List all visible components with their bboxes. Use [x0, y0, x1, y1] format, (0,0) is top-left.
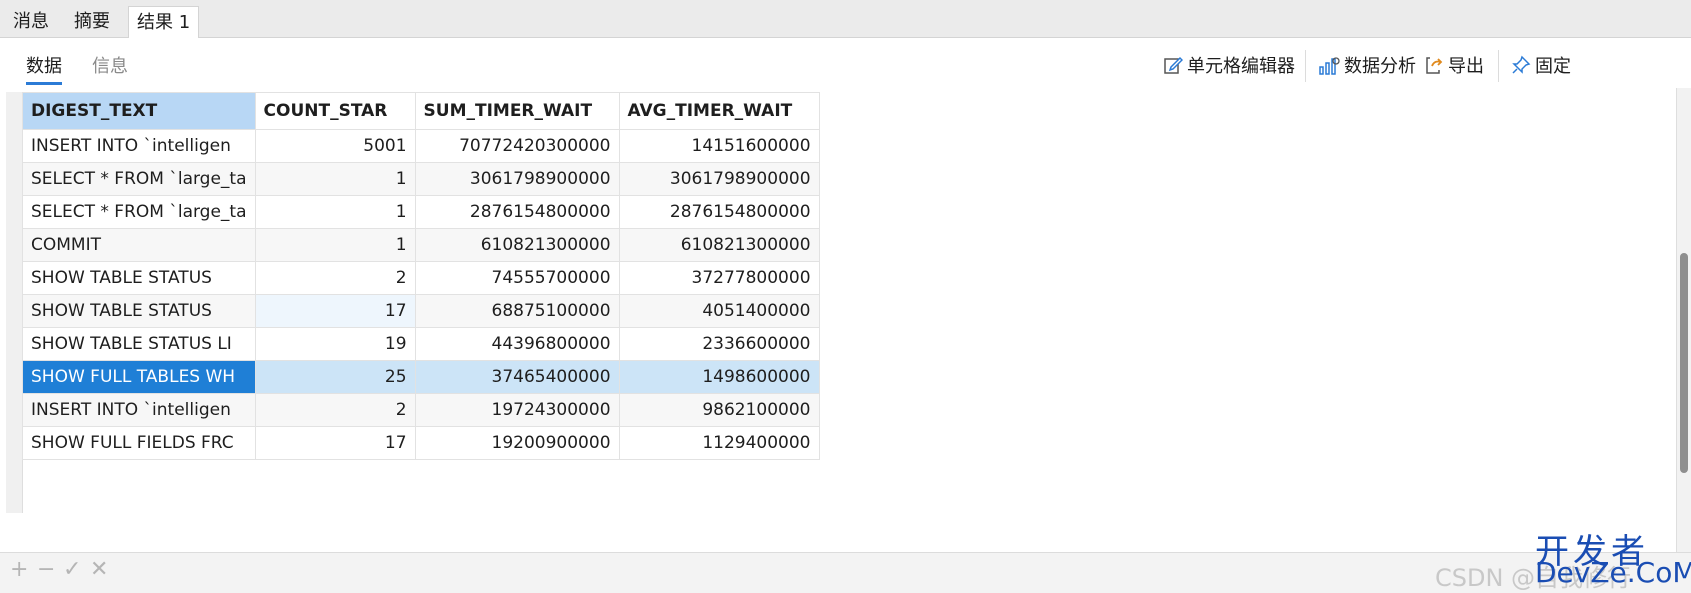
pin-icon [1512, 55, 1531, 74]
delete-row-icon[interactable]: − [37, 557, 55, 582]
table-row[interactable]: SELECT * FROM `large_ta 1 2876154800000 … [22, 195, 820, 229]
cell-avg-timer-wait[interactable]: 14151600000 [618, 129, 820, 163]
cell-digest-text[interactable]: SHOW FULL TABLES WH [22, 360, 256, 394]
export-label: 导出 [1448, 56, 1484, 77]
column-header-count-star[interactable]: COUNT_STAR [254, 92, 416, 130]
cell-digest-text[interactable]: SHOW FULL FIELDS FRC [22, 426, 256, 460]
table-row[interactable]: COMMIT 1 610821300000 610821300000 [22, 228, 820, 262]
cell-count-star[interactable]: 1 [254, 162, 416, 196]
cell-digest-text[interactable]: INSERT INTO `intelligen [22, 129, 256, 163]
cell-count-star[interactable]: 2 [254, 393, 416, 427]
tab-summary[interactable]: 摘要 [66, 6, 118, 38]
result-grid: DIGEST_TEXT COUNT_STAR SUM_TIMER_WAIT AV… [0, 88, 1676, 552]
tab-result-1[interactable]: 结果 1 [128, 6, 200, 39]
cell-avg-timer-wait[interactable]: 1129400000 [618, 426, 820, 460]
table-row[interactable]: SHOW TABLE STATUS 2 74555700000 37277800… [22, 261, 820, 295]
discard-changes-icon[interactable]: ✕ [90, 557, 108, 582]
cell-avg-timer-wait[interactable]: 2876154800000 [618, 195, 820, 229]
table-row[interactable]: SHOW FULL FIELDS FRC 17 19200900000 1129… [22, 426, 820, 460]
cell-count-star[interactable]: 1 [254, 228, 416, 262]
cell-sum-timer-wait[interactable]: 19724300000 [414, 393, 620, 427]
cell-sum-timer-wait[interactable]: 2876154800000 [414, 195, 620, 229]
add-row-icon[interactable]: + [10, 557, 28, 582]
cell-avg-timer-wait[interactable]: 4051400000 [618, 294, 820, 328]
data-toolbar: 数据 信息 单元格编辑器 数据分析 导出 固定 [0, 38, 1691, 88]
data-analysis-label: 数据分析 [1344, 56, 1416, 77]
table-row[interactable]: SELECT * FROM `large_ta 1 3061798900000 … [22, 162, 820, 196]
column-header-avg-timer-wait[interactable]: AVG_TIMER_WAIT [618, 92, 820, 130]
cell-avg-timer-wait[interactable]: 3061798900000 [618, 162, 820, 196]
cell-avg-timer-wait[interactable]: 9862100000 [618, 393, 820, 427]
data-analysis-button[interactable]: 数据分析 [1318, 52, 1416, 82]
cell-sum-timer-wait[interactable]: 70772420300000 [414, 129, 620, 163]
pin-label: 固定 [1535, 56, 1571, 77]
header-row: DIGEST_TEXT COUNT_STAR SUM_TIMER_WAIT AV… [22, 92, 820, 130]
cell-editor-label: 单元格编辑器 [1187, 56, 1295, 77]
table-row[interactable]: SHOW TABLE STATUS LI 19 44396800000 2336… [22, 327, 820, 361]
cell-digest-text[interactable]: SHOW TABLE STATUS [22, 261, 256, 295]
toolbar-divider [1498, 50, 1499, 82]
cell-avg-timer-wait[interactable]: 1498600000 [618, 360, 820, 394]
column-header-sum-timer-wait[interactable]: SUM_TIMER_WAIT [414, 92, 620, 130]
table-row[interactable]: INSERT INTO `intelligen 5001 70772420300… [22, 129, 820, 163]
subtab-data[interactable]: 数据 [26, 52, 62, 85]
cell-digest-text[interactable]: INSERT INTO `intelligen [22, 393, 256, 427]
pin-button[interactable]: 固定 [1511, 52, 1571, 82]
cell-digest-text[interactable]: SHOW TABLE STATUS [22, 294, 256, 328]
cell-sum-timer-wait[interactable]: 19200900000 [414, 426, 620, 460]
vertical-scrollbar[interactable] [1676, 88, 1691, 552]
export-icon [1426, 57, 1443, 74]
result-tabs-bar: 消息 摘要 结果 1 [0, 0, 1691, 39]
cell-digest-text[interactable]: SELECT * FROM `large_ta [22, 195, 256, 229]
cell-sum-timer-wait[interactable]: 74555700000 [414, 261, 620, 295]
cell-count-star[interactable]: 25 [254, 360, 416, 394]
cell-avg-timer-wait[interactable]: 610821300000 [618, 228, 820, 262]
cell-digest-text[interactable]: SELECT * FROM `large_ta [22, 162, 256, 196]
export-button[interactable]: 导出 [1424, 52, 1484, 82]
cell-count-star[interactable]: 19 [254, 327, 416, 361]
cell-count-star[interactable]: 1 [254, 195, 416, 229]
cell-sum-timer-wait[interactable]: 68875100000 [414, 294, 620, 328]
column-header-digest-text[interactable]: DIGEST_TEXT [22, 92, 256, 130]
toolbar-divider [1305, 50, 1306, 82]
devze-watermark-en: DevZe.CoM [1535, 556, 1691, 589]
cell-sum-timer-wait[interactable]: 3061798900000 [414, 162, 620, 196]
cell-avg-timer-wait[interactable]: 37277800000 [618, 261, 820, 295]
chart-icon [1319, 57, 1340, 75]
cell-count-star[interactable]: 2 [254, 261, 416, 295]
cell-sum-timer-wait[interactable]: 610821300000 [414, 228, 620, 262]
edit-icon [1164, 56, 1184, 74]
cell-editor-button[interactable]: 单元格编辑器 [1163, 52, 1295, 82]
subtab-info[interactable]: 信息 [92, 52, 128, 82]
data-table: DIGEST_TEXT COUNT_STAR SUM_TIMER_WAIT AV… [22, 92, 820, 460]
cell-avg-timer-wait[interactable]: 2336600000 [618, 327, 820, 361]
apply-changes-icon[interactable]: ✓ [63, 557, 81, 582]
tab-messages[interactable]: 消息 [5, 6, 57, 38]
cell-count-star[interactable]: 5001 [254, 129, 416, 163]
cell-digest-text[interactable]: SHOW TABLE STATUS LI [22, 327, 256, 361]
table-row[interactable]: INSERT INTO `intelligen 2 19724300000 98… [22, 393, 820, 427]
cell-digest-text[interactable]: COMMIT [22, 228, 256, 262]
table-row-selected[interactable]: SHOW FULL TABLES WH 25 37465400000 14986… [22, 360, 820, 394]
cell-count-star[interactable]: 17 [254, 426, 416, 460]
row-header-gutter [6, 92, 23, 513]
cell-sum-timer-wait[interactable]: 44396800000 [414, 327, 620, 361]
cell-sum-timer-wait[interactable]: 37465400000 [414, 360, 620, 394]
table-row[interactable]: SHOW TABLE STATUS 17 68875100000 4051400… [22, 294, 820, 328]
cell-count-star[interactable]: 17 [254, 294, 416, 328]
scrollbar-thumb[interactable] [1680, 253, 1688, 473]
